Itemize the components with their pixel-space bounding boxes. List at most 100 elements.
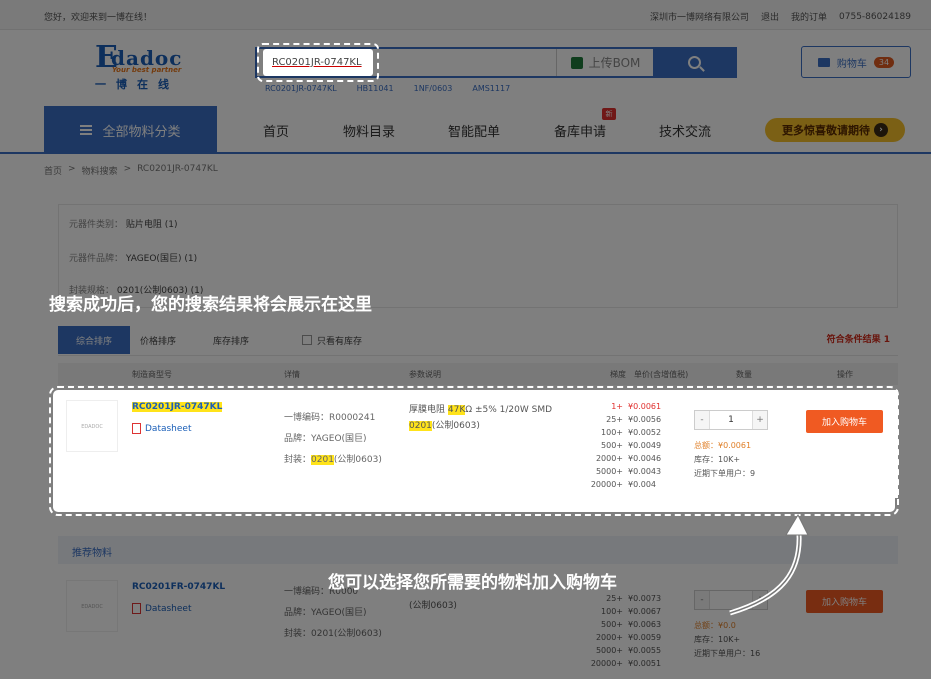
excel-icon bbox=[570, 56, 583, 69]
cart-button[interactable]: 购物车 34 bbox=[801, 46, 911, 78]
only-stock-checkbox[interactable]: 只看有库存 bbox=[302, 326, 362, 354]
price-tier-row: 100+ ¥0.0067 bbox=[578, 605, 668, 618]
crumb-sep: > bbox=[123, 164, 132, 174]
result-count: 符合条件结果 1 bbox=[826, 335, 890, 345]
sort-stock[interactable]: 库存排序 bbox=[213, 326, 249, 354]
curved-arrow-icon bbox=[729, 513, 809, 616]
upload-bom-button[interactable]: 上传BOM bbox=[556, 49, 654, 76]
logout-link[interactable]: 退出 bbox=[761, 10, 779, 23]
filter-value: YAGEO(国巨) bbox=[125, 254, 182, 264]
pdf-icon bbox=[132, 603, 141, 614]
caption-cart: 您可以选择您所需要的物料加入购物车 bbox=[328, 573, 617, 593]
cart-icon bbox=[817, 57, 830, 67]
filter-label: 元器件品牌： bbox=[69, 254, 124, 264]
crumb-search[interactable]: 物料搜索 bbox=[82, 164, 118, 177]
promo-banner[interactable]: 更多惊喜敬请期待 › bbox=[765, 118, 905, 142]
price-tier-row: 500+ ¥0.0063 bbox=[578, 618, 668, 631]
menu-icon bbox=[80, 125, 93, 135]
col-tier: 梯度 bbox=[610, 370, 626, 379]
col-param: 参数说明 bbox=[409, 370, 441, 379]
datasheet-label: Datasheet bbox=[145, 603, 192, 614]
tier-price: ¥0.0059 bbox=[628, 633, 662, 642]
tier-qty: 20000+ bbox=[590, 659, 623, 668]
price-tier-row: 2000+ ¥0.0059 bbox=[578, 631, 668, 644]
only-stock-label: 只看有库存 bbox=[317, 336, 363, 347]
upload-bom-label: 上传BOM bbox=[588, 56, 641, 70]
cart-count-badge: 34 bbox=[873, 56, 895, 68]
tier-qty: 5000+ bbox=[595, 646, 623, 655]
site-logo[interactable]: E dadoc Your best partner 一博在线 bbox=[95, 40, 187, 91]
filter-value: 贴片电阻 bbox=[125, 220, 162, 230]
promo-text: 更多惊喜敬请期待 bbox=[782, 124, 870, 137]
search-icon bbox=[687, 56, 701, 69]
breadcrumb: 首页 > 物料搜索 > RC0201JR-0747KL bbox=[44, 164, 218, 177]
cart-label: 购物车 bbox=[836, 58, 867, 70]
company-link[interactable]: 深圳市一博网络有限公司 bbox=[650, 10, 749, 23]
crumb-home[interactable]: 首页 bbox=[44, 164, 62, 177]
checkbox-icon bbox=[302, 335, 312, 345]
filter-label: 元器件类别： bbox=[69, 220, 124, 230]
datasheet-link[interactable]: Datasheet bbox=[132, 603, 192, 614]
nav-home[interactable]: 首页 bbox=[263, 121, 289, 140]
hot-keyword[interactable]: RC0201JR-0747KL bbox=[265, 84, 337, 93]
col-price: 单价(含增值税) bbox=[634, 370, 689, 379]
nav-smart-bom[interactable]: 智能配单 bbox=[448, 121, 500, 140]
filter-count: (1) bbox=[164, 220, 178, 230]
product-thumbnail[interactable]: EDADOC bbox=[66, 580, 118, 632]
crumb-sep: > bbox=[68, 164, 76, 174]
table-header: 制造商型号 详情 参数说明 梯度 单价(含增值税) 数量 操作 bbox=[58, 363, 898, 385]
tier-price: ¥0.0055 bbox=[628, 646, 662, 655]
caption-results: 搜索成功后，您的搜索结果将会展示在这里 bbox=[49, 295, 372, 315]
tier-qty: 2000+ bbox=[595, 633, 623, 642]
col-pn: 制造商型号 bbox=[132, 370, 172, 379]
nav-tech[interactable]: 技术交流 bbox=[659, 121, 711, 140]
price-tier-row: 25+ ¥0.0073 bbox=[578, 592, 668, 605]
orders-link[interactable]: 我的订单 bbox=[791, 10, 827, 23]
sort-price[interactable]: 价格排序 bbox=[140, 326, 176, 354]
search-button[interactable] bbox=[653, 49, 735, 76]
col-detail: 详情 bbox=[284, 370, 300, 379]
new-badge: 新 bbox=[602, 108, 616, 120]
tier-price: ¥0.0063 bbox=[628, 620, 662, 629]
nav-stock-request[interactable]: 备库申请 bbox=[554, 121, 606, 140]
sort-bar: 综合排序 价格排序 库存排序 只看有库存 符合条件结果 1 bbox=[58, 326, 898, 356]
filter-count: (1) bbox=[184, 254, 198, 264]
all-categories-button[interactable]: 全部物料分类 bbox=[44, 106, 217, 154]
arrow-right-icon: › bbox=[874, 123, 888, 137]
top-bar: 您好，欢迎来到一博在线！ 深圳市一博网络有限公司 退出 我的订单 0755-86… bbox=[0, 0, 931, 30]
minus-button[interactable]: - bbox=[695, 591, 709, 609]
sort-default[interactable]: 综合排序 bbox=[58, 326, 130, 354]
filter-brand[interactable]: 元器件品牌： YAGEO(国巨) (1) bbox=[69, 251, 197, 264]
price-tier-row: 20000+ ¥0.0051 bbox=[578, 657, 668, 670]
tier-price: ¥0.0067 bbox=[628, 607, 662, 616]
hot-keyword[interactable]: 1NF/0603 bbox=[414, 84, 453, 93]
welcome-text: 您好，欢迎来到一博在线！ bbox=[44, 13, 153, 23]
recommend-pn-link[interactable]: RC0201FR-0747KL bbox=[132, 582, 225, 592]
all-categories-label: 全部物料分类 bbox=[102, 124, 181, 140]
nav-catalog[interactable]: 物料目录 bbox=[343, 121, 395, 140]
col-action: 操作 bbox=[837, 370, 853, 379]
stock-text: 库存：10K+ bbox=[694, 635, 741, 644]
filter-category[interactable]: 元器件类别： 贴片电阻 (1) bbox=[69, 217, 178, 230]
tier-price: ¥0.0073 bbox=[628, 594, 662, 603]
hot-keyword[interactable]: HB11041 bbox=[357, 84, 394, 93]
crumb-current: RC0201JR-0747KL bbox=[137, 164, 218, 174]
tier-qty: 100+ bbox=[601, 607, 623, 616]
product-brand: 品牌：YAGEO(国巨) bbox=[284, 608, 367, 618]
result-highlight-frame bbox=[49, 386, 899, 516]
tier-qty: 500+ bbox=[601, 620, 623, 629]
product-package: 封装：0201(公制0603) bbox=[284, 629, 382, 639]
price-tiers: 25+ ¥0.0073 100+ ¥0.0067 500+ ¥0.0063 2000+ ¥0.… bbox=[578, 592, 668, 670]
search-highlight-frame bbox=[257, 43, 379, 82]
tier-price: ¥0.0051 bbox=[628, 659, 662, 668]
hot-keywords: RC0201JR-0747KL HB11041 1NF/0603 AMS1117 bbox=[265, 84, 510, 93]
product-param: (公制0603) bbox=[409, 601, 457, 611]
recent-users: 近期下单用户：16 bbox=[694, 649, 761, 658]
logo-cn: 一博在线 bbox=[95, 78, 179, 91]
tier-qty: 25+ bbox=[606, 594, 623, 603]
add-to-cart-button[interactable]: 加入购物车 bbox=[806, 590, 883, 613]
hot-keyword[interactable]: AMS1117 bbox=[472, 84, 510, 93]
col-qty: 数量 bbox=[736, 370, 752, 379]
logo-slogan: Your best partner bbox=[112, 66, 182, 74]
price-tier-row: 5000+ ¥0.0055 bbox=[578, 644, 668, 657]
